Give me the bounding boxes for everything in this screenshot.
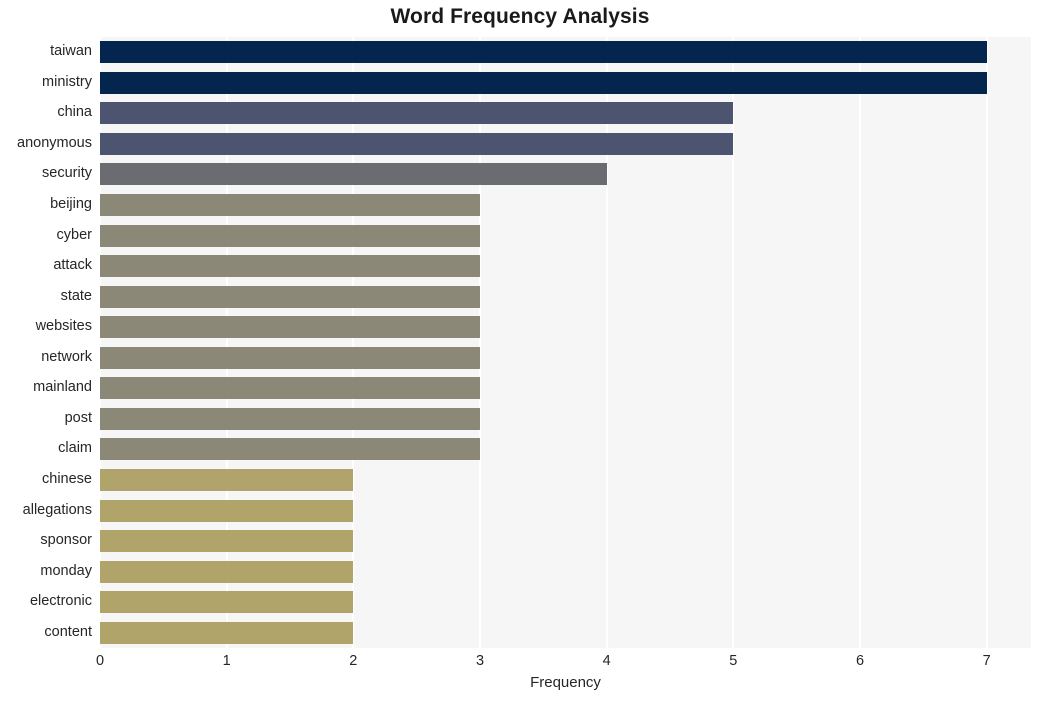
bar-row <box>100 255 1031 278</box>
bar-row <box>100 530 1031 553</box>
x-tick-label-7: 7 <box>982 653 991 669</box>
bar-china[interactable] <box>100 102 734 125</box>
y-tick-label-electronic: electronic <box>29 593 92 610</box>
bar-row <box>100 621 1031 644</box>
y-tick-label-post: post <box>64 409 92 426</box>
y-axis-tick-labels: taiwan ministry china anonymous security beij… <box>0 37 100 648</box>
bar-taiwan[interactable] <box>100 41 987 64</box>
x-tick-label-1: 1 <box>222 653 231 669</box>
bar-row <box>100 591 1031 614</box>
y-tick-label-mainland: mainland <box>33 379 92 396</box>
x-axis-title: Frequency <box>530 674 601 691</box>
bar-network[interactable] <box>100 346 480 369</box>
x-tick-label-3: 3 <box>475 653 485 669</box>
bar-row <box>100 407 1031 430</box>
bar-row <box>100 163 1031 186</box>
y-tick-label-attack: attack <box>53 257 92 274</box>
bar-row <box>100 499 1031 522</box>
y-tick-label-security: security <box>42 165 92 182</box>
bar-row <box>100 194 1031 217</box>
bar-row <box>100 468 1031 491</box>
y-tick-label-websites: websites <box>35 318 92 335</box>
y-tick-label-chinese: chinese <box>42 470 92 487</box>
bar-row <box>100 316 1031 339</box>
bar-state[interactable] <box>100 285 480 308</box>
bar-monday[interactable] <box>100 560 354 583</box>
bar-row <box>100 102 1031 125</box>
y-tick-label-china: china <box>57 104 92 121</box>
bar-row <box>100 438 1031 461</box>
y-tick-label-allegations: allegations <box>22 501 92 518</box>
bar-row <box>100 41 1031 64</box>
y-tick-label-beijing: beijing <box>50 196 92 213</box>
bar-row <box>100 560 1031 583</box>
y-tick-label-network: network <box>41 348 92 365</box>
chart-title: Word Frequency Analysis <box>390 5 650 28</box>
y-tick-label-sponsor: sponsor <box>40 532 92 549</box>
word-frequency-chart: Word Frequency Analysis taiwan ministry ch… <box>0 0 1040 701</box>
bar-anonymous[interactable] <box>100 132 734 155</box>
bar-claim[interactable] <box>100 438 480 461</box>
bars-container <box>100 37 1031 648</box>
y-tick-label-state: state <box>60 287 92 304</box>
bar-security[interactable] <box>100 163 607 186</box>
plot-area <box>99 37 1031 648</box>
x-tick-label-6: 6 <box>855 653 865 669</box>
y-tick-label-monday: monday <box>40 562 92 579</box>
bar-beijing[interactable] <box>100 194 480 217</box>
y-tick-label-cyber: cyber <box>56 226 92 243</box>
bar-attack[interactable] <box>100 255 480 278</box>
bar-ministry[interactable] <box>100 71 987 94</box>
bar-row <box>100 71 1031 94</box>
bar-electronic[interactable] <box>100 591 354 614</box>
bar-mainland[interactable] <box>100 377 480 400</box>
bar-row <box>100 346 1031 369</box>
bar-websites[interactable] <box>100 316 480 339</box>
bar-row <box>100 224 1031 247</box>
bar-content[interactable] <box>100 621 354 644</box>
y-tick-label-claim: claim <box>58 440 92 457</box>
x-tick-label-5: 5 <box>729 653 738 669</box>
y-tick-label-ministry: ministry <box>42 73 92 90</box>
x-tick-label-4: 4 <box>602 653 611 669</box>
bar-post[interactable] <box>100 407 480 430</box>
y-tick-label-anonymous: anonymous <box>17 134 92 151</box>
bar-row <box>100 377 1031 400</box>
bar-row <box>100 285 1031 308</box>
y-tick-label-content: content <box>44 623 92 640</box>
bar-sponsor[interactable] <box>100 530 354 553</box>
x-tick-label-0: 0 <box>95 653 105 669</box>
bar-allegations[interactable] <box>100 499 354 522</box>
y-tick-label-taiwan: taiwan <box>50 43 92 60</box>
bar-row <box>100 132 1031 155</box>
bar-chinese[interactable] <box>100 468 354 491</box>
x-tick-label-2: 2 <box>349 653 358 669</box>
bar-cyber[interactable] <box>100 224 480 247</box>
